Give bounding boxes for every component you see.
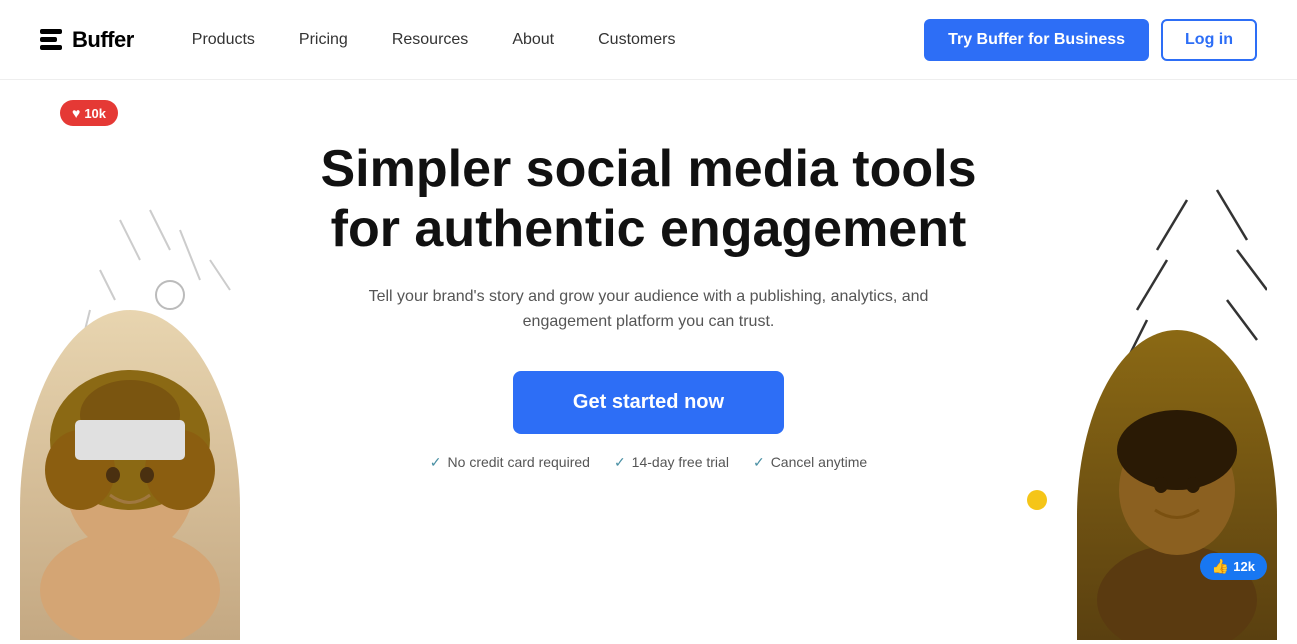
check-icon-3: ✓ xyxy=(753,454,765,471)
trust-indicators: ✓ No credit card required ✓ 14-day free … xyxy=(430,454,867,471)
nav-actions: Try Buffer for Business Log in xyxy=(924,19,1257,61)
navbar: Buffer Products Pricing Resources About … xyxy=(0,0,1297,80)
nav-links: Products Pricing Resources About Custome… xyxy=(174,23,924,57)
trust-cancel: ✓ Cancel anytime xyxy=(753,454,867,471)
like-count-left: 10k xyxy=(84,106,106,121)
hero-section: ♥ 10k xyxy=(0,80,1297,640)
logo-text: Buffer xyxy=(72,27,134,53)
trust-free-trial: ✓ 14-day free trial xyxy=(614,454,729,471)
person-right-image xyxy=(1077,330,1277,640)
login-button[interactable]: Log in xyxy=(1161,19,1257,61)
thumbs-up-icon: 👍 xyxy=(1212,558,1229,575)
check-icon-2: ✓ xyxy=(614,454,626,471)
buffer-logo-icon xyxy=(40,29,62,50)
trust-label-1: No credit card required xyxy=(448,454,590,470)
logo-link[interactable]: Buffer xyxy=(40,27,134,53)
trust-label-2: 14-day free trial xyxy=(632,454,729,470)
nav-item-customers[interactable]: Customers xyxy=(580,23,693,57)
like-badge-right: 👍 12k xyxy=(1200,553,1267,580)
trust-label-3: Cancel anytime xyxy=(771,454,868,470)
nav-item-products[interactable]: Products xyxy=(174,23,273,57)
get-started-button[interactable]: Get started now xyxy=(513,371,784,434)
trust-no-cc: ✓ No credit card required xyxy=(430,454,590,471)
try-business-button[interactable]: Try Buffer for Business xyxy=(924,19,1149,61)
nav-item-about[interactable]: About xyxy=(494,23,572,57)
check-icon-1: ✓ xyxy=(430,454,442,471)
yellow-dot-decoration xyxy=(1027,490,1047,510)
like-badge-left: ♥ 10k xyxy=(60,100,118,126)
like-count-right: 12k xyxy=(1233,559,1255,574)
hero-title: Simpler social media tools for authentic… xyxy=(299,140,999,260)
nav-item-resources[interactable]: Resources xyxy=(374,23,486,57)
circle-decoration xyxy=(155,280,185,310)
heart-icon: ♥ xyxy=(72,105,80,121)
hero-subtitle: Tell your brand's story and grow your au… xyxy=(339,284,959,335)
nav-item-pricing[interactable]: Pricing xyxy=(281,23,366,57)
